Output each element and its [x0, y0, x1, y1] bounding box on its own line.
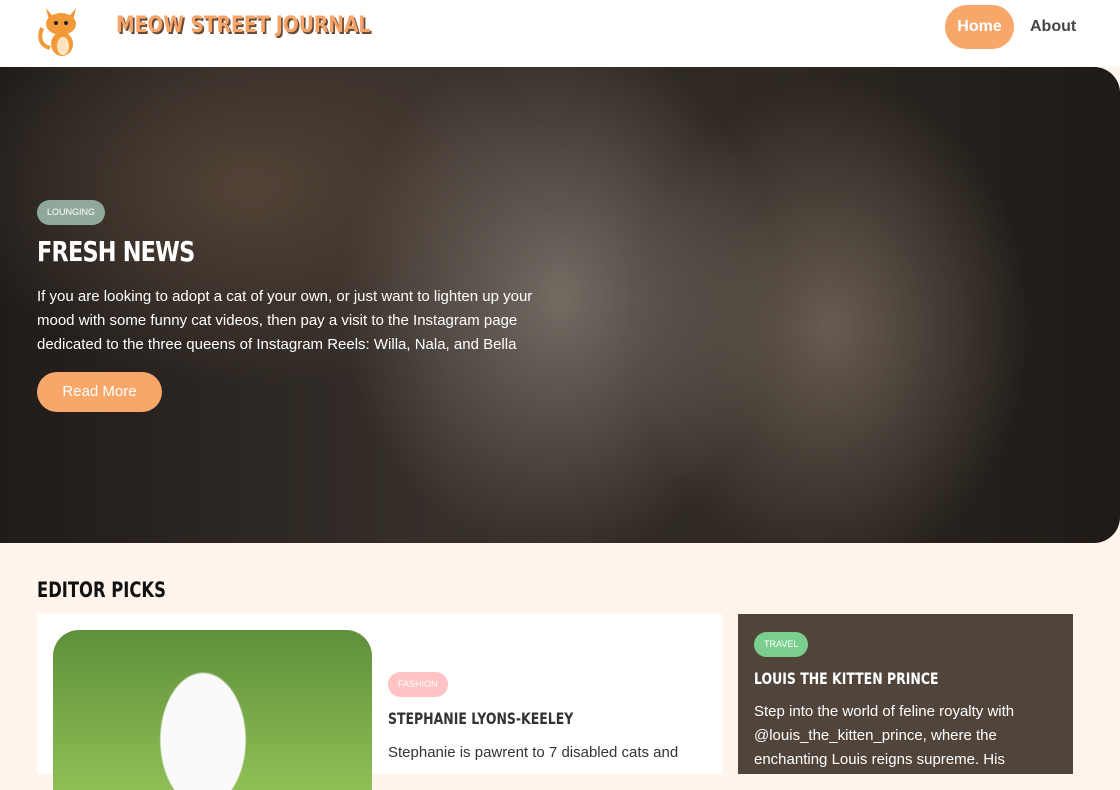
article-text: Stephanie is pawrent to 7 disabled cats … — [388, 744, 679, 761]
site-title[interactable]: MEOW STREET JOURNAL — [116, 13, 370, 38]
article-title[interactable]: LOUIS THE KITTEN PRINCE — [754, 669, 939, 688]
article-text: Step into the world of feline royalty wi… — [754, 703, 1015, 768]
article-card[interactable]: TRAVEL LOUIS THE KITTEN PRINCE Step into… — [738, 614, 1073, 774]
hero-title: FRESH NEWS — [37, 235, 195, 268]
article-image — [53, 630, 372, 790]
hero-tag[interactable]: LOUNGING — [37, 200, 106, 225]
hero-text: If you are looking to adopt a cat of you… — [37, 288, 533, 353]
article-title[interactable]: STEPHANIE LYONS-KEELEY — [388, 709, 573, 728]
hero-banner: LOUNGING FRESH NEWS If you are looking t… — [0, 67, 1120, 543]
article-card[interactable]: FASHION STEPHANIE LYONS-KEELEY Stephanie… — [37, 614, 722, 790]
navbar: MEOW STREET JOURNAL Home About — [0, 0, 1120, 67]
cat-logo-icon[interactable] — [32, 0, 90, 58]
nav-home[interactable]: Home — [945, 5, 1014, 49]
article-tag[interactable]: TRAVEL — [754, 632, 809, 657]
nav-about[interactable]: About — [1030, 18, 1076, 36]
article-tag[interactable]: FASHION — [388, 672, 448, 697]
read-more-button[interactable]: Read More — [37, 372, 162, 412]
section-heading: EDITOR PICKS — [37, 578, 166, 602]
